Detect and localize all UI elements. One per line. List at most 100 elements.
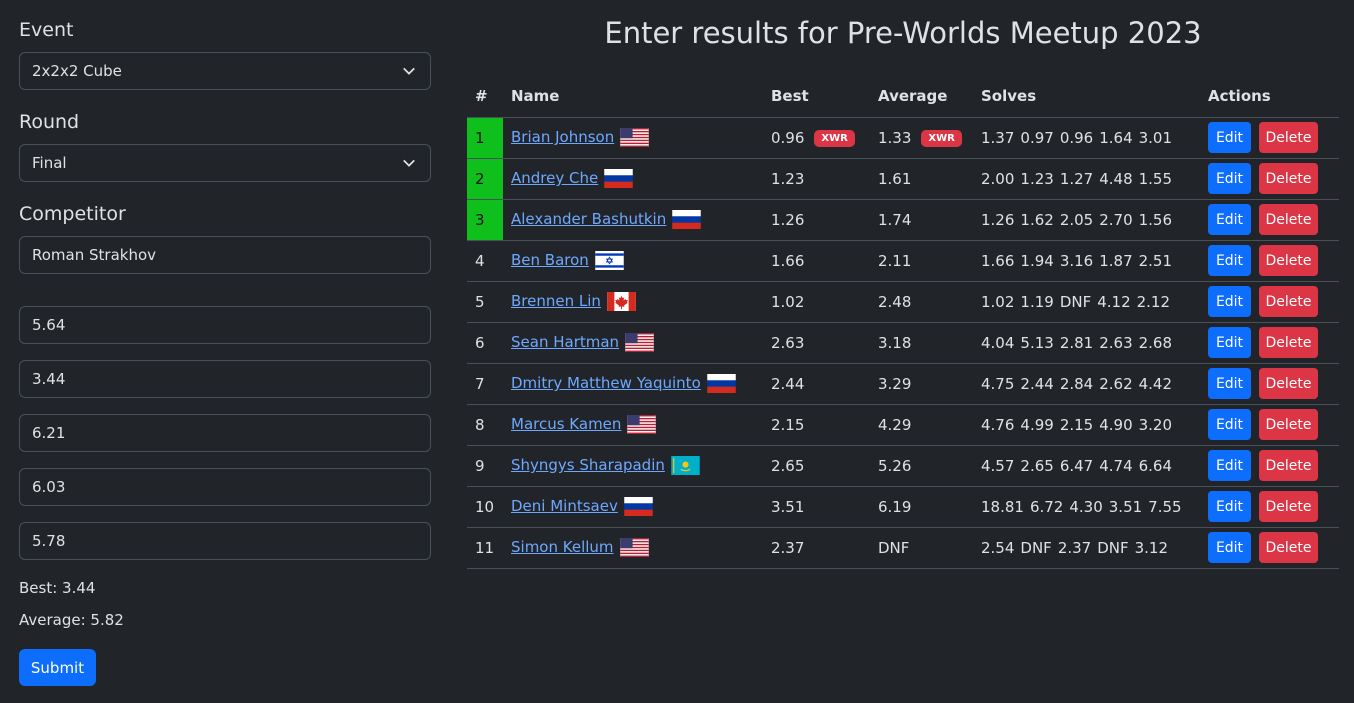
edit-button[interactable]: Edit (1208, 204, 1251, 235)
competitor-link[interactable]: Ben Baron (511, 251, 589, 269)
competitor-link[interactable]: Deni Mintsaev (511, 497, 618, 515)
name-cell: Alexander Bashutkin (503, 199, 763, 241)
table-row: 1 Brian Johnson 0.96 XWR 1.33 XWR 1.37 0.97 0.96… (467, 117, 1339, 159)
us-flag-icon (625, 333, 654, 352)
best-cell: 1.66 (763, 240, 870, 282)
rank-cell: 7 (467, 363, 503, 405)
name-cell: Andrey Che (503, 158, 763, 200)
competitor-link[interactable]: Brennen Lin (511, 292, 601, 310)
competitor-link[interactable]: Dmitry Matthew Yaquinto (511, 374, 701, 392)
solve-value: 4.90 (1099, 415, 1133, 434)
solve-value: 2.70 (1099, 210, 1133, 229)
solve-value: 1.26 (981, 210, 1015, 229)
table-row: 8 Marcus Kamen 2.15 4.29 4.76 4.99 2.15 4.90 3.2… (467, 404, 1339, 446)
table-row: 2 Andrey Che 1.23 1.61 2.00 1.23 1.27 4.48 1.55 E… (467, 158, 1339, 200)
actions-cell: Edit Delete (1200, 445, 1339, 487)
edit-button[interactable]: Edit (1208, 245, 1251, 276)
edit-button[interactable]: Edit (1208, 409, 1251, 440)
delete-button[interactable]: Delete (1259, 409, 1318, 440)
table-row: 11 Simon Kellum 2.37 DNF 2.54 DNF 2.37 DNF 3.12 E… (467, 527, 1339, 569)
delete-button[interactable]: Delete (1259, 122, 1318, 153)
round-select[interactable]: Final (19, 144, 431, 182)
solve-value: 4.30 (1069, 497, 1103, 516)
name-cell: Dmitry Matthew Yaquinto (503, 363, 763, 405)
event-select[interactable]: 2x2x2 Cube (19, 52, 431, 90)
solve-value: 1.23 (1020, 169, 1054, 188)
delete-button[interactable]: Delete (1259, 245, 1318, 276)
average-cell: 2.48 (870, 281, 973, 323)
col-average: Average (870, 76, 973, 118)
solves-cell: 4.76 4.99 2.15 4.90 3.20 (973, 404, 1200, 446)
average-cell: 2.11 (870, 240, 973, 282)
actions-cell: Edit Delete (1200, 527, 1339, 569)
edit-button[interactable]: Edit (1208, 327, 1251, 358)
col-solves: Solves (973, 76, 1200, 118)
best-cell: 2.44 (763, 363, 870, 405)
competitor-link[interactable]: Marcus Kamen (511, 415, 621, 433)
competitor-link[interactable]: Shyngys Sharapadin (511, 456, 665, 474)
average-value: 1.74 (878, 210, 912, 229)
edit-button[interactable]: Edit (1208, 286, 1251, 317)
solve-value: 2.00 (981, 169, 1015, 188)
solve-value: 0.96 (1059, 128, 1094, 147)
time-input-1[interactable]: 5.64 (19, 306, 431, 344)
solve-value: 1.62 (1020, 210, 1054, 229)
rank-cell: 4 (467, 240, 503, 282)
solve-value: DNF (1059, 292, 1092, 311)
edit-button[interactable]: Edit (1208, 450, 1251, 481)
time-input-5[interactable]: 5.78 (19, 522, 431, 560)
delete-button[interactable]: Delete (1259, 491, 1318, 522)
name-cell: Brennen Lin (503, 281, 763, 323)
best-value: 1.66 (771, 251, 805, 270)
actions-cell: Edit Delete (1200, 281, 1339, 323)
best-cell: 0.96 XWR (763, 117, 870, 159)
russia-flag-icon (624, 497, 653, 516)
delete-button[interactable]: Delete (1259, 163, 1318, 194)
best-value: 2.37 (771, 538, 805, 557)
name-cell: Simon Kellum (503, 527, 763, 569)
competitor-link[interactable]: Alexander Bashutkin (511, 210, 666, 228)
solves-cell: 2.54 DNF 2.37 DNF 3.12 (973, 527, 1200, 569)
solve-value: 2.63 (1099, 333, 1133, 352)
average-value: 5.26 (878, 456, 912, 475)
solve-value: 1.37 (981, 128, 1015, 147)
best-value: 1.26 (771, 210, 805, 229)
competitor-link[interactable]: Simon Kellum (511, 538, 614, 556)
solve-value: 2.54 (981, 538, 1015, 557)
delete-button[interactable]: Delete (1259, 286, 1318, 317)
edit-button[interactable]: Edit (1208, 368, 1251, 399)
competitor-link[interactable]: Andrey Che (511, 169, 598, 187)
solve-value: 2.65 (1020, 456, 1054, 475)
solve-value: 6.64 (1138, 456, 1173, 475)
solves-cell: 1.66 1.94 3.16 1.87 2.51 (973, 240, 1200, 282)
name-cell: Brian Johnson (503, 117, 763, 159)
table-row: 6 Sean Hartman 2.63 3.18 4.04 5.13 2.81 2.63 2.6… (467, 322, 1339, 364)
time-input-4[interactable]: 6.03 (19, 468, 431, 506)
solve-value: 1.94 (1020, 251, 1054, 270)
delete-button[interactable]: Delete (1259, 327, 1318, 358)
edit-button[interactable]: Edit (1208, 491, 1251, 522)
delete-button[interactable]: Delete (1259, 368, 1318, 399)
competitor-link[interactable]: Sean Hartman (511, 333, 619, 351)
solve-value: 2.15 (1059, 415, 1094, 434)
canada-flag-icon (607, 292, 636, 311)
time-input-2[interactable]: 3.44 (19, 360, 431, 398)
russia-flag-icon (604, 169, 633, 188)
competitor-link[interactable]: Brian Johnson (511, 128, 614, 146)
us-flag-icon (619, 538, 649, 557)
delete-button[interactable]: Delete (1259, 532, 1318, 563)
table-row: 9 Shyngys Sharapadin 2.65 5.26 4.57 2.65 6.47 4… (467, 445, 1339, 487)
delete-button[interactable]: Delete (1259, 204, 1318, 235)
solve-value: 1.27 (1059, 169, 1094, 188)
actions-cell: Edit Delete (1200, 199, 1339, 241)
chevron-down-icon (403, 67, 415, 75)
time-input-3[interactable]: 6.21 (19, 414, 431, 452)
edit-button[interactable]: Edit (1208, 163, 1251, 194)
rank-cell: 11 (467, 527, 503, 569)
competitor-input[interactable]: Roman Strakhov (19, 236, 431, 274)
delete-button[interactable]: Delete (1259, 450, 1318, 481)
edit-button[interactable]: Edit (1208, 122, 1251, 153)
edit-button[interactable]: Edit (1208, 532, 1251, 563)
submit-button[interactable]: Submit (19, 649, 96, 686)
solve-value: 4.99 (1020, 415, 1054, 434)
